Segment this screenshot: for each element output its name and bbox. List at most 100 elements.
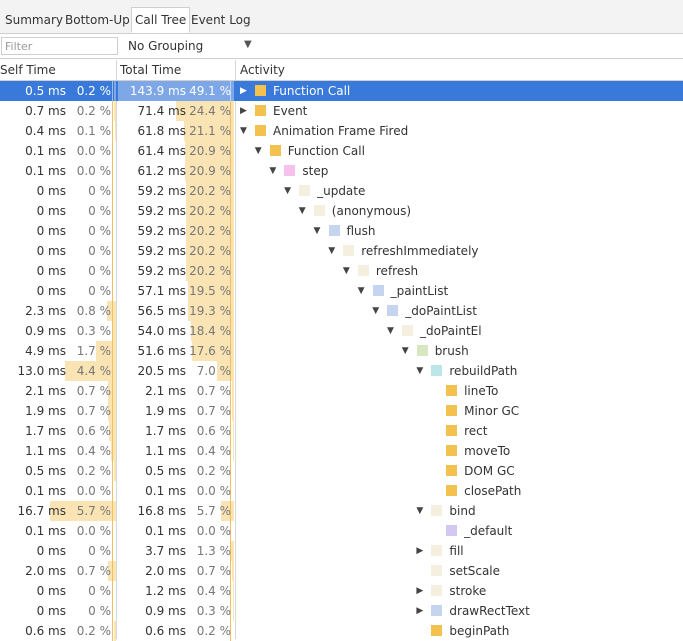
filter-input[interactable] xyxy=(1,37,118,55)
total-time-value: 0.1 ms xyxy=(145,484,186,498)
tab-summary[interactable]: Summary xyxy=(5,7,63,33)
activity-name: Animation Frame Fired xyxy=(273,124,409,138)
self-time-percent: 0 % xyxy=(88,204,111,218)
self-time-percent: 0.7 % xyxy=(76,404,111,418)
total-time-bar xyxy=(233,421,234,441)
expand-right-icon[interactable]: ▶ xyxy=(416,541,423,561)
tree-row[interactable]: 0 ms 0 % 57.1 ms 19.5 % ▼ _paintList xyxy=(0,281,683,301)
category-color-swatch xyxy=(387,305,399,316)
tab-call-tree[interactable]: Call Tree xyxy=(131,7,191,33)
tree-row[interactable]: 0 ms 0 % 59.2 ms 20.2 % ▼ refreshImmediately xyxy=(0,241,683,261)
tree-row[interactable]: 2.1 ms 0.7 % 2.1 ms 0.7 % lineTo xyxy=(0,381,683,401)
self-time-percent: 0 % xyxy=(88,224,111,238)
self-time-percent: 0.7 % xyxy=(76,384,111,398)
total-time-percent: 0.0 % xyxy=(196,484,231,498)
expand-right-icon[interactable]: ▶ xyxy=(240,101,247,121)
expand-down-icon[interactable]: ▼ xyxy=(284,181,291,201)
self-time-bar xyxy=(114,621,116,641)
expand-down-icon[interactable]: ▼ xyxy=(402,341,409,361)
expand-down-icon[interactable]: ▼ xyxy=(328,241,335,261)
tree-row[interactable]: 2.3 ms 0.8 % 56.5 ms 19.3 % ▼ _doPaintList xyxy=(0,301,683,321)
tree-row[interactable]: 0 ms 0 % 59.2 ms 20.2 % ▼ flush xyxy=(0,221,683,241)
total-time-percent: 24.4 % xyxy=(189,104,231,118)
tree-row[interactable]: 0.5 ms 0.2 % 143.9 ms 49.1 % ▶ Function Call xyxy=(0,81,683,101)
tree-row[interactable]: 0 ms 0 % 3.7 ms 1.3 % ▶ fill xyxy=(0,541,683,561)
bar-edge xyxy=(112,321,113,341)
total-time-value: 57.1 ms xyxy=(137,284,186,298)
activity-name: (anonymous) xyxy=(331,204,412,218)
tree-row[interactable]: 0.6 ms 0.2 % 0.6 ms 0.2 % beginPath xyxy=(0,621,683,641)
tree-row[interactable]: 0.1 ms 0.0 % 61.4 ms 20.9 % ▼ Function Call xyxy=(0,141,683,161)
bar-edge xyxy=(112,541,113,561)
activity-name: Minor GC xyxy=(464,404,520,418)
expand-right-icon[interactable]: ▶ xyxy=(416,581,423,601)
bar-edge xyxy=(112,521,113,541)
total-time-value: 71.4 ms xyxy=(137,104,186,118)
bar-edge xyxy=(112,381,113,401)
bar-edge xyxy=(112,141,113,161)
activity-name: rect xyxy=(464,424,488,438)
chevron-down-icon[interactable]: ▼ xyxy=(244,34,252,58)
self-time-value: 0.9 ms xyxy=(25,324,66,338)
total-time-percent: 0.7 % xyxy=(196,384,231,398)
self-time-header[interactable]: Self Time xyxy=(0,60,116,80)
self-time-value: 0.1 ms xyxy=(25,164,66,178)
expand-down-icon[interactable]: ▼ xyxy=(387,321,394,341)
total-time-percent: 0.7 % xyxy=(196,564,231,578)
tree-row[interactable]: 0 ms 0 % 59.2 ms 20.2 % ▼ (anonymous) xyxy=(0,201,683,221)
self-time-bar xyxy=(113,321,116,341)
bar-edge xyxy=(112,121,113,141)
tree-row[interactable]: 0 ms 0 % 59.2 ms 20.2 % ▼ refresh xyxy=(0,261,683,281)
category-color-swatch xyxy=(431,625,443,636)
expand-right-icon[interactable]: ▶ xyxy=(240,81,247,101)
tree-row[interactable]: 0 ms 0 % 0.9 ms 0.3 % ▶ drawRectText xyxy=(0,601,683,621)
total-time-header[interactable]: Total Time xyxy=(120,60,234,80)
self-time-percent: 0.7 % xyxy=(76,564,111,578)
bar-edge xyxy=(112,221,113,241)
self-time-value: 0.7 ms xyxy=(25,104,66,118)
expand-down-icon[interactable]: ▼ xyxy=(343,261,350,281)
tree-row[interactable]: 4.9 ms 1.7 % 51.6 ms 17.6 % ▼ brush xyxy=(0,341,683,361)
tree-row[interactable]: 0 ms 0 % 1.2 ms 0.4 % ▶ stroke xyxy=(0,581,683,601)
expand-down-icon[interactable]: ▼ xyxy=(372,301,379,321)
tree-row[interactable]: 0.1 ms 0.0 % 61.2 ms 20.9 % ▼ step xyxy=(0,161,683,181)
tree-row[interactable]: 0.5 ms 0.2 % 0.5 ms 0.2 % DOM GC xyxy=(0,461,683,481)
category-color-swatch xyxy=(255,125,266,136)
expand-down-icon[interactable]: ▼ xyxy=(416,361,423,381)
self-time-bar xyxy=(115,121,116,141)
tree-row[interactable]: 13.0 ms 4.4 % 20.5 ms 7.0 % ▼ rebuildPath xyxy=(0,361,683,381)
expand-down-icon[interactable]: ▼ xyxy=(255,141,262,161)
tree-row[interactable]: 0.1 ms 0.0 % 0.1 ms 0.0 % _default xyxy=(0,521,683,541)
tree-row[interactable]: 0.1 ms 0.0 % 0.1 ms 0.0 % closePath xyxy=(0,481,683,501)
category-color-swatch xyxy=(446,465,458,476)
tree-row[interactable]: 1.1 ms 0.4 % 1.1 ms 0.4 % moveTo xyxy=(0,441,683,461)
tree-row[interactable]: 0.9 ms 0.3 % 54.0 ms 18.4 % ▼ _doPaintEl xyxy=(0,321,683,341)
expand-down-icon[interactable]: ▼ xyxy=(299,201,306,221)
tree-row[interactable]: 1.9 ms 0.7 % 1.9 ms 0.7 % Minor GC xyxy=(0,401,683,421)
activity-name: _default xyxy=(464,524,513,538)
expand-down-icon[interactable]: ▼ xyxy=(416,501,423,521)
tree-row[interactable]: 1.7 ms 0.6 % 1.7 ms 0.6 % rect xyxy=(0,421,683,441)
tab-bottom-up[interactable]: Bottom-Up xyxy=(65,7,130,33)
tree-row[interactable]: 0.4 ms 0.1 % 61.8 ms 21.1 % ▼ Animation Frame… xyxy=(0,121,683,141)
expand-down-icon[interactable]: ▼ xyxy=(240,121,247,141)
tree-row[interactable]: 16.7 ms 5.7 % 16.8 ms 5.7 % ▼ bind xyxy=(0,501,683,521)
self-time-value: 0.1 ms xyxy=(25,484,66,498)
grouping-dropdown[interactable]: No Grouping xyxy=(128,34,203,58)
activity-name: beginPath xyxy=(449,624,510,638)
tree-row[interactable]: 2.0 ms 0.7 % 2.0 ms 0.7 % setScale xyxy=(0,561,683,581)
expand-down-icon[interactable]: ▼ xyxy=(358,281,365,301)
expand-down-icon[interactable]: ▼ xyxy=(314,221,321,241)
total-time-percent: 19.5 % xyxy=(189,284,231,298)
tree-row[interactable]: 0.7 ms 0.2 % 71.4 ms 24.4 % ▶ Event xyxy=(0,101,683,121)
expand-right-icon[interactable]: ▶ xyxy=(416,601,423,621)
total-time-value: 56.5 ms xyxy=(137,304,186,318)
total-time-value: 16.8 ms xyxy=(137,504,186,518)
tab-event-log[interactable]: Event Log xyxy=(191,7,251,33)
self-time-value: 0 ms xyxy=(36,244,66,258)
activity-header[interactable]: Activity xyxy=(240,60,680,80)
total-time-value: 1.1 ms xyxy=(145,444,186,458)
expand-down-icon[interactable]: ▼ xyxy=(269,161,276,181)
tree-row[interactable]: 0 ms 0 % 59.2 ms 20.2 % ▼ _update xyxy=(0,181,683,201)
total-time-bar xyxy=(231,541,234,561)
